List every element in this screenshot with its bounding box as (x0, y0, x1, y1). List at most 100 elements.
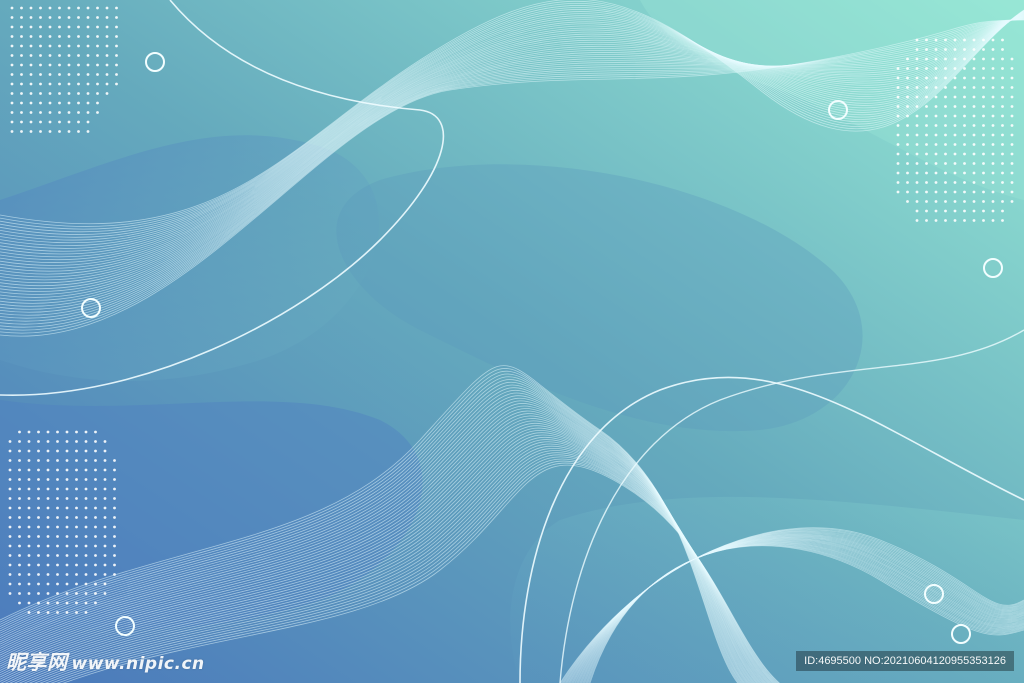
dot (991, 86, 995, 89)
dot (103, 535, 107, 538)
dot (953, 200, 957, 203)
dot (963, 171, 966, 175)
dot (58, 35, 61, 38)
dot (915, 114, 919, 118)
dot (65, 544, 69, 548)
dot (982, 162, 985, 165)
dot (20, 92, 23, 95)
dot (27, 582, 31, 586)
dot (972, 48, 976, 51)
dot (56, 592, 59, 595)
dot (75, 430, 78, 434)
dot (20, 44, 23, 48)
dot (46, 478, 50, 481)
dot (991, 209, 995, 213)
dot (944, 133, 947, 137)
dot (67, 92, 71, 95)
dot (20, 16, 23, 19)
dot (94, 449, 97, 453)
dot (8, 573, 12, 576)
dot (94, 478, 97, 481)
dot (39, 35, 42, 38)
dot (915, 38, 919, 42)
dot (77, 120, 80, 124)
dot (963, 143, 966, 146)
dot (982, 209, 985, 213)
dot (67, 25, 71, 29)
dot (115, 35, 118, 38)
dot (8, 497, 12, 500)
dot (67, 63, 71, 67)
dot (86, 44, 90, 48)
dot (46, 430, 50, 434)
dot (58, 54, 61, 57)
dot (39, 16, 42, 19)
dot (953, 152, 957, 156)
dot (1001, 143, 1004, 146)
dot (48, 101, 52, 105)
dot (953, 114, 957, 118)
dot (953, 86, 957, 89)
dot (8, 582, 12, 586)
dot (94, 563, 97, 567)
dot (103, 563, 107, 567)
dot (96, 63, 99, 67)
dot (982, 67, 985, 70)
dot (103, 497, 107, 500)
dot (46, 516, 50, 519)
dot (56, 430, 59, 434)
dot (84, 554, 88, 557)
dot (906, 76, 909, 80)
dot (991, 48, 995, 51)
dot (1010, 200, 1014, 203)
dot (56, 497, 59, 500)
dot (67, 6, 71, 10)
dot (963, 162, 966, 165)
dot (915, 133, 919, 137)
dot (113, 554, 116, 557)
dot (67, 130, 71, 133)
dot (105, 25, 109, 29)
dot (48, 63, 52, 67)
dot (65, 487, 69, 491)
dot (963, 105, 966, 108)
dot (113, 459, 116, 462)
dot (29, 35, 33, 38)
dot (46, 573, 50, 576)
dot (113, 563, 116, 567)
dot (86, 16, 90, 19)
dot (113, 573, 116, 576)
dot (46, 506, 50, 510)
dot (115, 73, 118, 76)
dot (29, 130, 33, 133)
dot (94, 554, 97, 557)
dot (10, 25, 14, 29)
dot (953, 171, 957, 175)
dot (915, 152, 919, 156)
dot (1010, 190, 1014, 194)
dot (39, 44, 42, 48)
dot (944, 76, 947, 80)
dot (906, 152, 909, 156)
dot (982, 200, 985, 203)
dot (84, 487, 88, 491)
dot (991, 105, 995, 108)
dot (94, 440, 97, 443)
dot (27, 497, 31, 500)
dot (67, 73, 71, 76)
dot (94, 601, 97, 605)
dot (915, 171, 919, 175)
dot (58, 82, 61, 86)
dot (75, 563, 78, 567)
dot (58, 111, 61, 114)
dot (29, 73, 33, 76)
dot (925, 124, 928, 127)
dot (906, 133, 909, 137)
dot (29, 120, 33, 124)
dot (20, 73, 23, 76)
dot (972, 162, 976, 165)
dot (77, 54, 80, 57)
dot (56, 544, 59, 548)
dot (982, 38, 985, 42)
dot (48, 6, 52, 10)
